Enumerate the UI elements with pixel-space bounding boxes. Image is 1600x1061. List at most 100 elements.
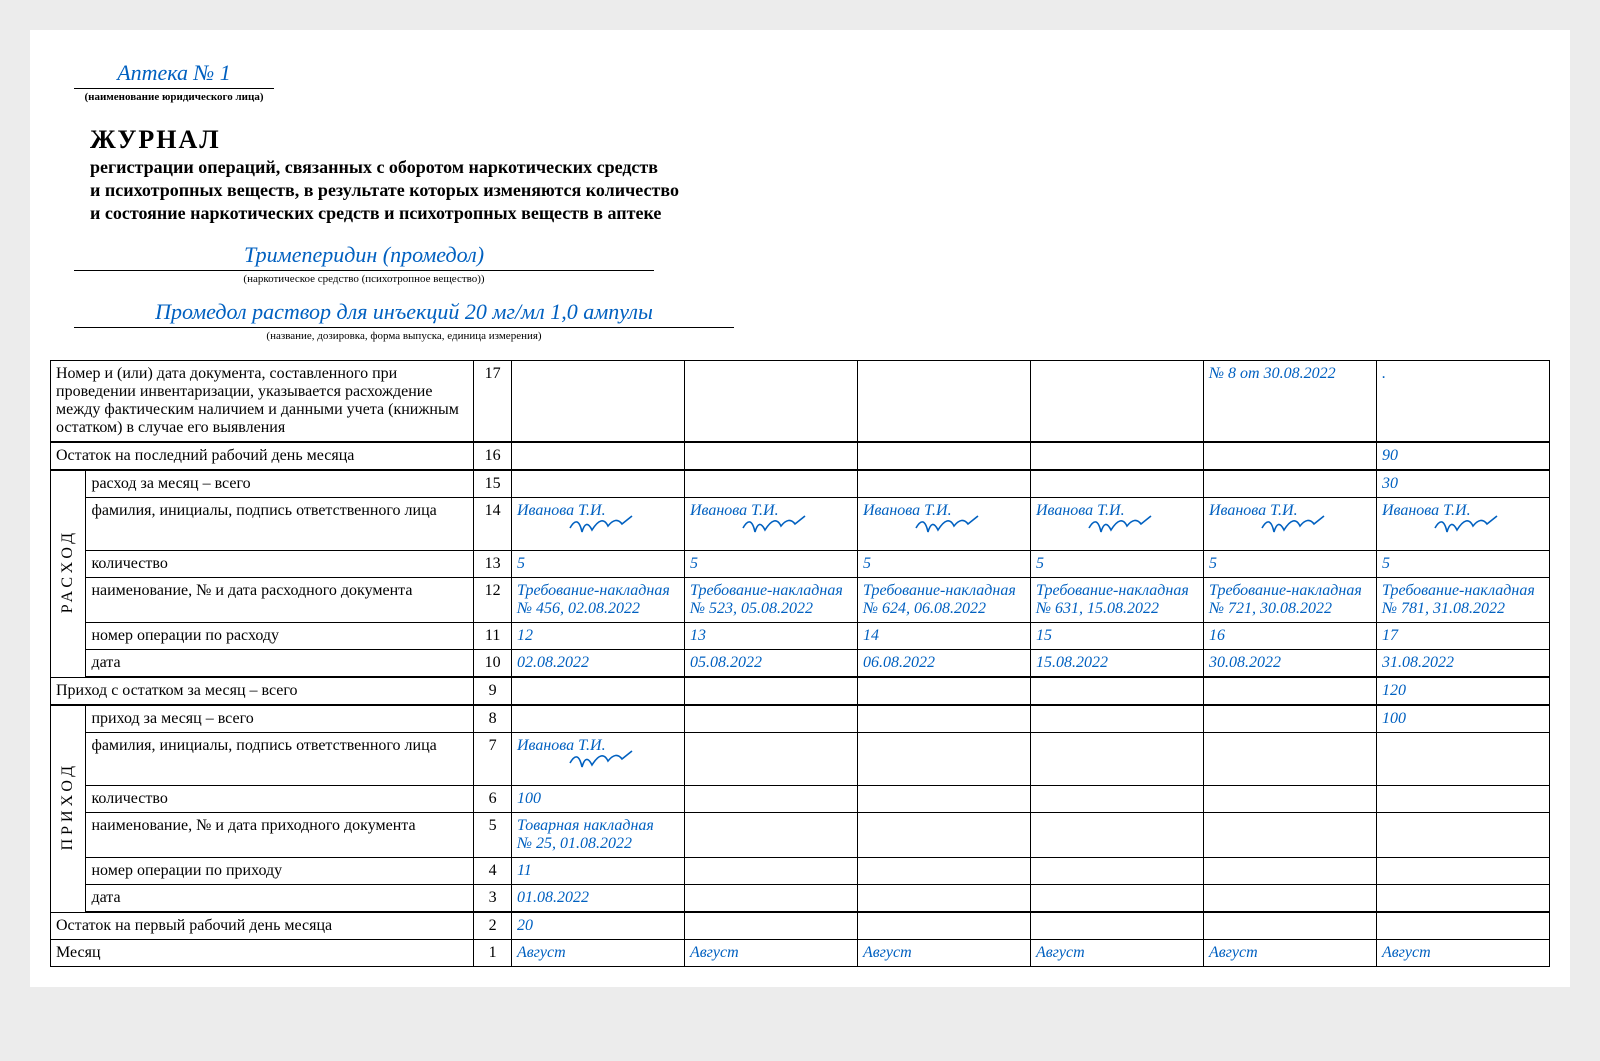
cell [1203, 705, 1376, 733]
cell [511, 705, 684, 733]
signature-name: Иванова Т.И. [517, 502, 606, 519]
cell [684, 442, 857, 470]
row-label: фамилия, инициалы, подпись ответствен­но… [86, 498, 474, 551]
cell [857, 705, 1030, 733]
table-row: Месяц 1 Август Август Август Август Авгу… [51, 940, 1550, 967]
row-label: приход за месяц – всего [86, 705, 474, 733]
cell [857, 677, 1030, 705]
table-row: Приход с остатком за месяц – всего 9 120 [51, 677, 1550, 705]
row-label: Месяц [51, 940, 474, 967]
doc-num: № 624, 06.08.2022 [863, 600, 986, 617]
table-row: ПРИХОД приход за месяц – всего 8 100 [51, 705, 1550, 733]
row-num: 11 [474, 623, 512, 650]
table-row: количество 13 5 5 5 5 5 5 [51, 551, 1550, 578]
cell [684, 885, 857, 913]
signature-name: Иванова Т.И. [863, 502, 952, 519]
cell [1030, 733, 1203, 786]
cell: 30 [1376, 470, 1549, 498]
cell [1203, 442, 1376, 470]
cell [1030, 677, 1203, 705]
form-caption: (название, дозировка, форма выпуска, еди… [74, 330, 734, 342]
cell [511, 361, 684, 443]
doc-name: Товарная накладная [517, 817, 654, 834]
journal-table: Номер и (или) дата документа, составленн… [50, 360, 1550, 967]
table-row: дата 10 02.08.2022 05.08.2022 06.08.2022… [51, 650, 1550, 678]
row-label: дата [86, 885, 474, 913]
pharmacy-block: Аптека № 1 (наименование юридического ли… [74, 60, 274, 103]
row-num: 6 [474, 786, 512, 813]
row-num: 15 [474, 470, 512, 498]
doc-num: № 781, 31.08.2022 [1382, 600, 1505, 617]
signature-cell: Иванова Т.И. [684, 498, 857, 551]
cell: 20 [511, 912, 684, 940]
title-block: ЖУРНАЛ регистрации операций, связанных с… [90, 125, 1550, 224]
cell: 100 [1376, 705, 1549, 733]
doc-num: № 721, 30.08.2022 [1209, 600, 1332, 617]
prihod-vertical: ПРИХОД [51, 705, 86, 912]
cell: 06.08.2022 [857, 650, 1030, 678]
cell [857, 786, 1030, 813]
cell: 01.08.2022 [511, 885, 684, 913]
table-row: дата 3 01.08.2022 [51, 885, 1550, 913]
cell [857, 858, 1030, 885]
row-label: Остаток на последний рабочий день месяца [51, 442, 474, 470]
drug-caption: (наркотическое средство (психотропное ве… [74, 273, 654, 285]
cell [1203, 858, 1376, 885]
table-row: наименование, № и дата приходного докуме… [51, 813, 1550, 858]
cell [511, 677, 684, 705]
cell: 16 [1203, 623, 1376, 650]
cell: 5 [684, 551, 857, 578]
cell [1203, 677, 1376, 705]
cell [684, 705, 857, 733]
cell: . [1376, 361, 1549, 443]
table-row: номер операции по приходу 4 11 [51, 858, 1550, 885]
title-line3: и состояние наркотических средств и псих… [90, 203, 1550, 224]
cell [1376, 912, 1549, 940]
row-num: 8 [474, 705, 512, 733]
cell: 15 [1030, 623, 1203, 650]
doc-num: № 456, 02.08.2022 [517, 600, 640, 617]
drug-name: Тримеперидин (промедол) [74, 242, 654, 271]
cell [684, 786, 857, 813]
cell [684, 733, 857, 786]
row-num: 7 [474, 733, 512, 786]
doc-name: Требование-накладная [1209, 582, 1362, 599]
cell: № 8 от 30.08.2022 [1203, 361, 1376, 443]
signature-cell: Иванова Т.И. [1376, 498, 1549, 551]
doc-num: № 25, 01.08.2022 [517, 835, 632, 852]
table-row: Остаток на последний рабочий день месяца… [51, 442, 1550, 470]
row-num: 3 [474, 885, 512, 913]
row-label: Номер и (или) дата документа, составленн… [51, 361, 474, 443]
cell: 90 [1376, 442, 1549, 470]
row-num: 10 [474, 650, 512, 678]
signature-cell: Иванова Т.И. [1203, 498, 1376, 551]
signature-name: Иванова Т.И. [1382, 502, 1471, 519]
pharmacy-name: Аптека № 1 [74, 60, 274, 89]
cell [684, 813, 857, 858]
row-num: 12 [474, 578, 512, 623]
cell: Август [1203, 940, 1376, 967]
cell [1030, 361, 1203, 443]
cell: 5 [1203, 551, 1376, 578]
doc-name: Требование-накладная [1382, 582, 1535, 599]
table-row: количество 6 100 [51, 786, 1550, 813]
row-num: 13 [474, 551, 512, 578]
row-label: наименование, № и дата расходного доку­м… [86, 578, 474, 623]
cell [1203, 912, 1376, 940]
cell [684, 858, 857, 885]
cell [1030, 470, 1203, 498]
table-row: Номер и (или) дата документа, составленн… [51, 361, 1550, 443]
journal-page: Аптека № 1 (наименование юридического ли… [30, 30, 1570, 987]
cell: 17 [1376, 623, 1549, 650]
cell [1030, 858, 1203, 885]
cell: Август [511, 940, 684, 967]
doc-name: Требование-накладная [1036, 582, 1189, 599]
cell [857, 912, 1030, 940]
table-row: Остаток на первый рабочий день месяца 2 … [51, 912, 1550, 940]
drug-block: Тримеперидин (промедол) (наркотическое с… [74, 242, 654, 285]
cell [857, 442, 1030, 470]
cell [511, 470, 684, 498]
row-label: номер операции по расходу [86, 623, 474, 650]
cell: Август [684, 940, 857, 967]
row-num: 14 [474, 498, 512, 551]
